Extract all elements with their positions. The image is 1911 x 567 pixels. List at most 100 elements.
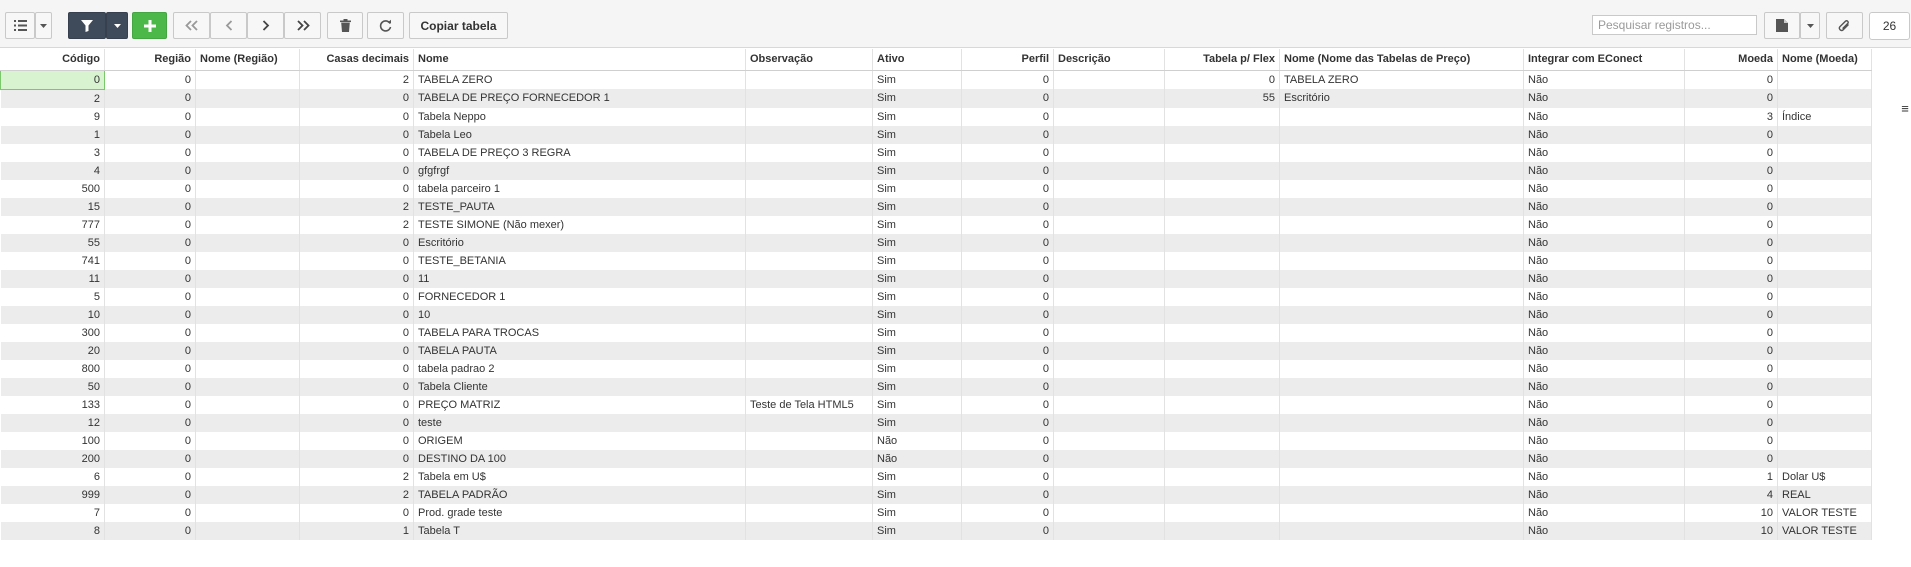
cell-codigo[interactable]: 11: [0, 269, 105, 288]
cell-nome_regiao[interactable]: [195, 395, 300, 414]
cell-nome_moeda[interactable]: Dolar U$: [1777, 467, 1872, 486]
cell-moeda[interactable]: 0: [1684, 323, 1778, 342]
cell-casas[interactable]: 0: [299, 359, 414, 378]
cell-codigo[interactable]: 777: [0, 215, 105, 234]
cell-flex[interactable]: [1164, 197, 1280, 216]
cell-nome_regiao[interactable]: [195, 323, 300, 342]
cell-obs[interactable]: [745, 359, 873, 378]
cell-nome_regiao[interactable]: [195, 269, 300, 288]
cell-ativo[interactable]: Sim: [872, 395, 962, 414]
column-header-codigo[interactable]: Código: [0, 49, 105, 71]
cell-nome[interactable]: tabela padrao 2: [413, 359, 746, 378]
cell-nome[interactable]: PREÇO MATRIZ: [413, 395, 746, 414]
cell-casas[interactable]: 2: [299, 215, 414, 234]
cell-regiao[interactable]: 0: [104, 521, 196, 540]
cell-flex[interactable]: [1164, 269, 1280, 288]
cell-nome_tab[interactable]: [1279, 485, 1524, 504]
cell-obs[interactable]: [745, 521, 873, 540]
cell-nome_tab[interactable]: [1279, 107, 1524, 126]
cell-casas[interactable]: 0: [299, 341, 414, 360]
cell-nome_tab[interactable]: [1279, 269, 1524, 288]
cell-obs[interactable]: [745, 107, 873, 126]
cell-ativo[interactable]: Sim: [872, 197, 962, 216]
cell-flex[interactable]: [1164, 341, 1280, 360]
cell-codigo[interactable]: 4: [0, 161, 105, 180]
cell-econect[interactable]: Não: [1523, 503, 1685, 522]
cell-codigo[interactable]: 55: [0, 233, 105, 252]
table-row[interactable]: 741 0 0 TESTE_BETANIA Sim 0 Não 0: [0, 251, 1872, 270]
cell-econect[interactable]: Não: [1523, 89, 1685, 108]
cell-casas[interactable]: 0: [299, 269, 414, 288]
cell-nome_moeda[interactable]: [1777, 215, 1872, 234]
cell-regiao[interactable]: 0: [104, 485, 196, 504]
cell-codigo[interactable]: 8: [0, 521, 105, 540]
cell-descricao[interactable]: [1053, 395, 1165, 414]
cell-codigo[interactable]: 15: [0, 197, 105, 216]
filter-button[interactable]: [68, 12, 106, 39]
cell-ativo[interactable]: Sim: [872, 233, 962, 252]
cell-obs[interactable]: [745, 323, 873, 342]
cell-obs[interactable]: [745, 413, 873, 432]
cell-codigo[interactable]: 300: [0, 323, 105, 342]
cell-descricao[interactable]: [1053, 143, 1165, 162]
cell-nome_regiao[interactable]: [195, 431, 300, 450]
column-header-nome_regiao[interactable]: Nome (Região): [195, 49, 300, 71]
cell-casas[interactable]: 0: [299, 179, 414, 198]
cell-regiao[interactable]: 0: [104, 413, 196, 432]
cell-nome_moeda[interactable]: [1777, 70, 1872, 89]
cell-casas[interactable]: 2: [299, 485, 414, 504]
cell-descricao[interactable]: [1053, 413, 1165, 432]
cell-codigo[interactable]: 200: [0, 449, 105, 468]
cell-casas[interactable]: 0: [299, 413, 414, 432]
cell-regiao[interactable]: 0: [104, 179, 196, 198]
cell-ativo[interactable]: Sim: [872, 359, 962, 378]
cell-regiao[interactable]: 0: [104, 305, 196, 324]
cell-perfil[interactable]: 0: [961, 251, 1054, 270]
cell-casas[interactable]: 0: [299, 125, 414, 144]
cell-nome_moeda[interactable]: [1777, 179, 1872, 198]
cell-nome_regiao[interactable]: [195, 179, 300, 198]
cell-econect[interactable]: Não: [1523, 179, 1685, 198]
cell-econect[interactable]: Não: [1523, 413, 1685, 432]
cell-nome_moeda[interactable]: [1777, 125, 1872, 144]
cell-nome[interactable]: TABELA DE PREÇO FORNECEDOR 1: [413, 89, 746, 108]
cell-descricao[interactable]: [1053, 287, 1165, 306]
cell-obs[interactable]: [745, 215, 873, 234]
cell-nome_tab[interactable]: [1279, 215, 1524, 234]
cell-flex[interactable]: [1164, 161, 1280, 180]
cell-ativo[interactable]: Sim: [872, 107, 962, 126]
cell-descricao[interactable]: [1053, 251, 1165, 270]
copy-table-button[interactable]: Copiar tabela: [409, 12, 508, 39]
table-row[interactable]: 200 0 0 DESTINO DA 100 Não 0 Não 0: [0, 449, 1872, 468]
cell-descricao[interactable]: [1053, 305, 1165, 324]
cell-descricao[interactable]: [1053, 125, 1165, 144]
cell-flex[interactable]: [1164, 467, 1280, 486]
cell-nome_regiao[interactable]: [195, 107, 300, 126]
cell-descricao[interactable]: [1053, 503, 1165, 522]
cell-casas[interactable]: 0: [299, 395, 414, 414]
cell-casas[interactable]: 0: [299, 377, 414, 396]
cell-nome_regiao[interactable]: [195, 70, 300, 89]
cell-regiao[interactable]: 0: [104, 467, 196, 486]
cell-casas[interactable]: 0: [299, 233, 414, 252]
cell-flex[interactable]: [1164, 413, 1280, 432]
cell-nome[interactable]: TABELA DE PREÇO 3 REGRA: [413, 143, 746, 162]
table-row[interactable]: 15 0 2 TESTE_PAUTA Sim 0 Não 0: [0, 197, 1872, 216]
cell-perfil[interactable]: 0: [961, 125, 1054, 144]
cell-nome_regiao[interactable]: [195, 161, 300, 180]
cell-codigo[interactable]: 12: [0, 413, 105, 432]
cell-moeda[interactable]: 3: [1684, 107, 1778, 126]
cell-flex[interactable]: [1164, 107, 1280, 126]
cell-obs[interactable]: [745, 287, 873, 306]
cell-casas[interactable]: 2: [299, 467, 414, 486]
cell-nome_moeda[interactable]: [1777, 449, 1872, 468]
cell-casas[interactable]: 0: [299, 107, 414, 126]
first-page-button[interactable]: [173, 12, 210, 39]
table-row[interactable]: 11 0 0 11 Sim 0 Não 0: [0, 269, 1872, 288]
cell-regiao[interactable]: 0: [104, 395, 196, 414]
cell-flex[interactable]: [1164, 377, 1280, 396]
cell-nome_regiao[interactable]: [195, 377, 300, 396]
cell-nome_tab[interactable]: [1279, 449, 1524, 468]
column-header-descricao[interactable]: Descrição: [1053, 49, 1165, 71]
cell-econect[interactable]: Não: [1523, 107, 1685, 126]
